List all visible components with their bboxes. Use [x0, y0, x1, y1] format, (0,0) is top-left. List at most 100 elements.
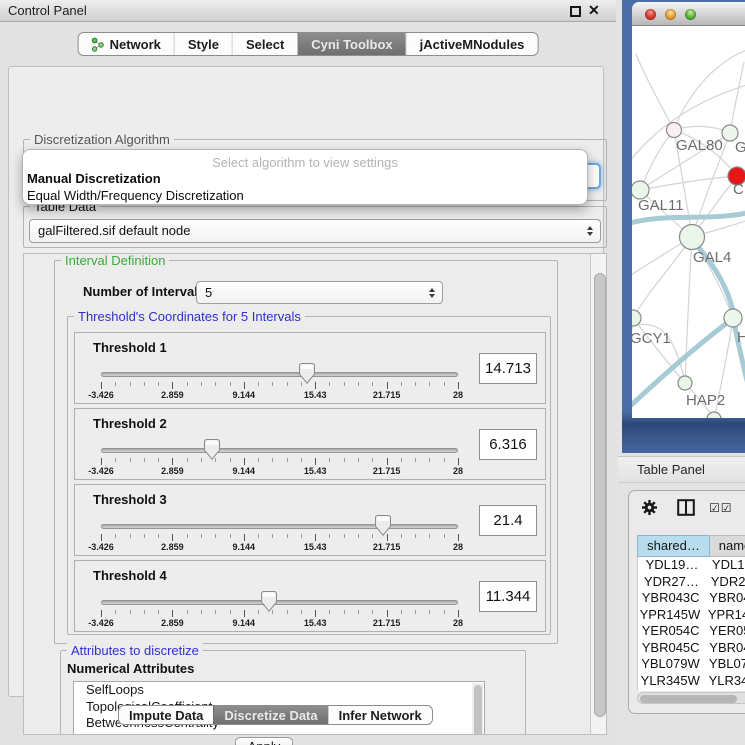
combo-stepper-icon[interactable] [585, 226, 594, 236]
threshold-slider[interactable]: -3.4262.8599.14415.4321.71528 [101, 442, 458, 478]
cell-name[interactable]: YDR27… [705, 574, 745, 591]
slider-track[interactable] [101, 448, 458, 453]
control-panel-titlebar[interactable]: Control Panel ✕ [0, 0, 616, 22]
network-node-h[interactable] [724, 309, 742, 327]
attribute-item-selfloops[interactable]: SelfLoops [74, 682, 484, 699]
cell-shared-name[interactable]: YER054C [638, 623, 703, 640]
tab-jactivemnodules[interactable]: jActiveMNodules [406, 33, 538, 55]
list-scrollbar-thumb[interactable] [474, 685, 482, 735]
tab-discretize-data[interactable]: Discretize Data [213, 706, 327, 724]
cell-name[interactable]: YPR145W [702, 607, 745, 624]
tick-label: 15.43 [304, 390, 327, 400]
gear-icon[interactable] [641, 499, 658, 521]
vertical-scrollbar[interactable] [590, 254, 607, 734]
network-edge[interactable] [640, 130, 674, 190]
table-data-combobox[interactable]: galFiltered.sif default node [29, 219, 601, 243]
column-header-shared-name[interactable]: shared… [637, 535, 710, 557]
tick-mark [415, 534, 416, 538]
table-row[interactable]: YBR043CYBR043C [638, 590, 745, 607]
cell-shared-name[interactable]: YLR345W [638, 673, 703, 690]
cell-shared-name[interactable]: YIL052C [638, 689, 707, 691]
table-row[interactable]: YBL079WYBL079W [638, 656, 745, 673]
network-edge[interactable] [685, 237, 692, 383]
table-panel-titlebar[interactable]: Table Panel [618, 456, 745, 483]
horizontal-scrollbar[interactable] [637, 692, 745, 704]
network-edge[interactable] [640, 176, 737, 190]
threshold-slider[interactable]: -3.4262.8599.14415.4321.71528 [101, 594, 458, 630]
network-edge[interactable] [636, 54, 674, 130]
close-icon[interactable]: ✕ [588, 2, 600, 19]
table-data-value: galFiltered.sif default node [38, 223, 190, 238]
table-row[interactable]: YPR145WYPR145W [638, 607, 745, 624]
table-row[interactable]: YIL052CYIL052C [638, 689, 745, 691]
vertical-scrollbar-thumb[interactable] [594, 273, 606, 717]
slider-thumb[interactable] [204, 439, 220, 460]
table-row[interactable]: YDL19…YDL19… [638, 557, 745, 574]
network-window-titlebar[interactable] [632, 2, 745, 26]
table-row[interactable]: YLR345WYLR345W [638, 673, 745, 690]
cell-shared-name[interactable]: YBR043C [638, 590, 703, 607]
cell-name[interactable]: YER054C [703, 623, 745, 640]
cell-shared-name[interactable]: YDR27… [638, 574, 705, 591]
slider-track[interactable] [101, 524, 458, 529]
network-node-gal80[interactable] [667, 123, 682, 138]
tick-label: 15.43 [304, 542, 327, 552]
cell-name[interactable]: YBR045C [703, 640, 745, 657]
minimize-traffic-light-icon[interactable] [665, 9, 676, 20]
apply-button[interactable]: Apply [235, 737, 293, 745]
network-canvas[interactable]: GAL80GALCGAL11GAL4GCY1HHAP2 [632, 26, 745, 418]
cell-name[interactable]: YBR043C [703, 590, 745, 607]
network-edge[interactable] [633, 318, 685, 383]
table-row[interactable]: YER054CYER054C [638, 623, 745, 640]
slider-thumb[interactable] [375, 515, 391, 536]
network-node-hap2[interactable] [678, 376, 692, 390]
threshold-slider[interactable]: -3.4262.8599.14415.4321.71528 [101, 518, 458, 554]
tab-style[interactable]: Style [174, 33, 232, 55]
column-header-name[interactable]: name [710, 535, 745, 557]
cell-shared-name[interactable]: YDL19… [638, 557, 706, 574]
cell-name[interactable]: YBL079W [703, 656, 745, 673]
zoom-traffic-light-icon[interactable] [685, 9, 696, 20]
column-checkbox-icons[interactable]: ☑☑ [709, 501, 733, 515]
num-intervals-combobox[interactable]: 5 [196, 281, 443, 304]
network-graph: GAL80GALCGAL11GAL4GCY1HHAP2 [632, 26, 745, 418]
tab-infer-network[interactable]: Infer Network [328, 706, 432, 724]
table-row[interactable]: YBR045CYBR045C [638, 640, 745, 657]
network-node-gcy1[interactable] [632, 310, 641, 326]
dropdown-option-manual-discretization[interactable]: Manual Discretization [23, 170, 587, 187]
cell-shared-name[interactable]: YPR145W [638, 607, 702, 624]
network-node-gal4[interactable] [680, 225, 705, 250]
network-edge[interactable] [674, 50, 745, 130]
threshold-slider[interactable]: -3.4262.8599.14415.4321.71528 [101, 366, 458, 402]
tick-mark [415, 458, 416, 462]
close-traffic-light-icon[interactable] [645, 9, 656, 20]
tick-label: 21.715 [373, 466, 401, 476]
tab-select[interactable]: Select [232, 33, 297, 55]
dropdown-option-equal-width-frequency-discretization[interactable]: Equal Width/Frequency Discretization [23, 187, 587, 204]
checkbox-checked-icon[interactable]: ☑ [709, 501, 721, 515]
tab-impute-data[interactable]: Impute Data [119, 706, 213, 724]
horizontal-scrollbar-thumb[interactable] [640, 695, 737, 703]
cell-shared-name[interactable]: YBR045C [638, 640, 703, 657]
network-edge[interactable] [730, 62, 744, 133]
table-row[interactable]: YDR27…YDR27… [638, 574, 745, 591]
tab-network[interactable]: Network [79, 33, 174, 55]
cell-name[interactable]: YIL052C [707, 689, 745, 691]
cell-name[interactable]: YLR345W [703, 673, 745, 690]
cell-name[interactable]: YDL19… [706, 557, 745, 574]
network-node[interactable] [707, 412, 721, 418]
desktop: Control Panel ✕ NetworkStyleSelectCyni T… [0, 0, 745, 745]
tab-cyni-toolbox[interactable]: Cyni Toolbox [297, 33, 405, 55]
split-view-icon[interactable] [677, 499, 695, 521]
combo-stepper-icon[interactable] [427, 288, 436, 298]
network-edge[interactable] [633, 237, 692, 318]
slider-track[interactable] [101, 372, 458, 377]
list-scrollbar[interactable] [472, 683, 483, 735]
float-window-icon[interactable] [570, 6, 581, 17]
slider-track[interactable] [101, 600, 458, 605]
checkbox-checked-icon[interactable]: ☑ [721, 501, 733, 515]
cell-shared-name[interactable]: YBL079W [638, 656, 703, 673]
slider-thumb[interactable] [299, 363, 315, 384]
slider-thumb[interactable] [261, 591, 277, 612]
tick-mark [244, 610, 245, 617]
